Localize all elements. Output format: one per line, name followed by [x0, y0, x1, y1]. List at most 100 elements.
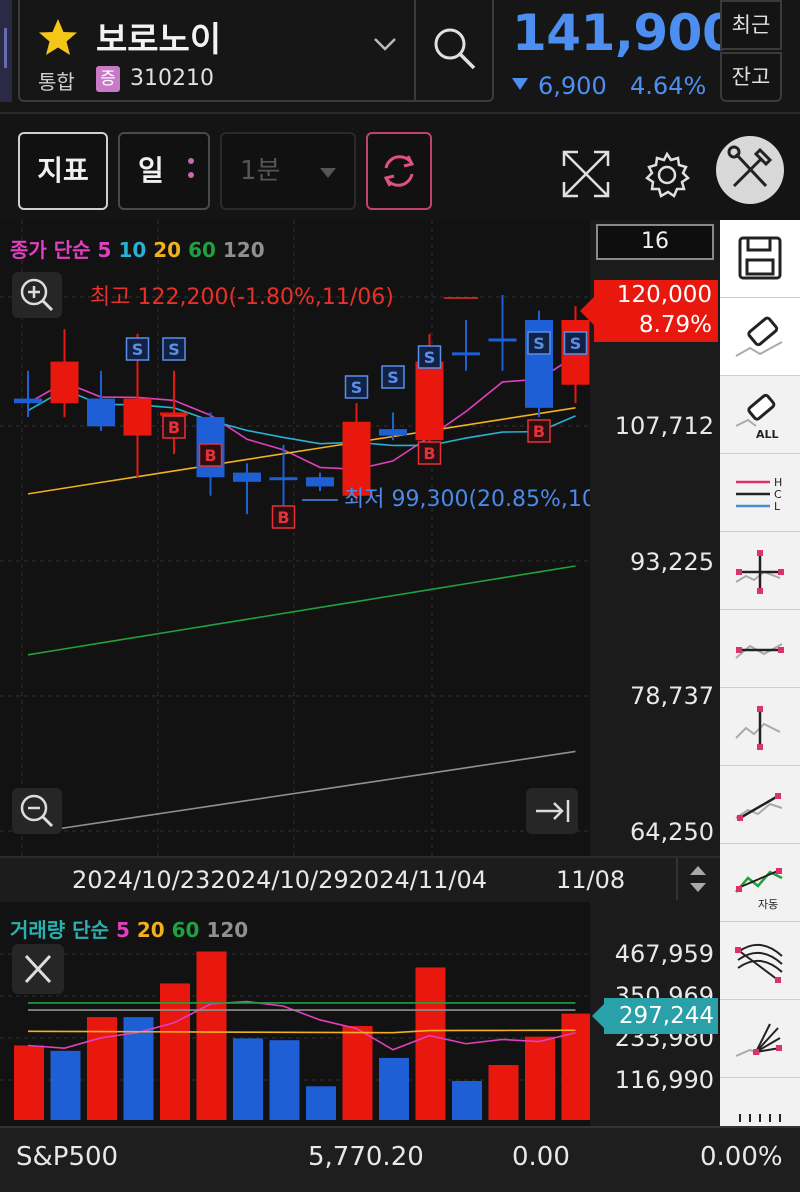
volume-axis-label: 467,959 — [614, 940, 714, 968]
volume-bar — [87, 1017, 117, 1120]
indicator-button[interactable]: 지표 — [18, 132, 108, 210]
arc-tool[interactable] — [720, 922, 800, 1000]
split-drag-handle[interactable] — [676, 858, 718, 900]
save-icon — [738, 236, 782, 280]
candle-body — [87, 398, 115, 427]
signal-letter: S — [168, 340, 180, 359]
volume-bar — [306, 1086, 336, 1120]
volume-bar — [269, 1040, 300, 1120]
signal-letter: B — [423, 444, 435, 463]
candle-body — [269, 477, 298, 481]
horizontal-line-tool[interactable] — [720, 610, 800, 688]
divider — [414, 0, 416, 102]
volume-bar — [525, 1036, 555, 1120]
vol-ma5-label: 5 — [115, 918, 130, 942]
volume-bar — [160, 983, 190, 1120]
refresh-button[interactable] — [366, 132, 432, 210]
low-price-annotation: 최저 99,300(20.85%,10/29) — [344, 487, 590, 512]
candle-body — [342, 421, 371, 496]
sell-signal-marker: S — [162, 337, 186, 361]
stock-selector[interactable] — [18, 0, 494, 102]
sell-signal-marker: S — [563, 331, 588, 355]
eraser-all-tool[interactable]: ALL — [720, 376, 800, 454]
eraser-tool[interactable] — [720, 298, 800, 376]
current-volume-tag: 297,244 — [592, 998, 718, 1034]
go-to-latest-button[interactable] — [526, 788, 578, 834]
minute-select: 1분 — [220, 132, 356, 210]
sell-signal-marker: S — [527, 331, 551, 355]
minute-label: 1분 — [240, 156, 281, 186]
vol-ma120-label: 120 — [206, 918, 249, 942]
zoom-in-icon — [20, 278, 54, 312]
speed-fan-icon — [735, 1023, 782, 1057]
vertical-line-tool[interactable] — [720, 688, 800, 766]
signal-letter: S — [351, 378, 363, 397]
crosshair-icon — [735, 550, 784, 594]
volume-legend-prefix: 거래량 단순 — [10, 918, 109, 942]
volume-bar — [196, 951, 227, 1120]
volume-bar — [14, 1045, 44, 1120]
index-change: 0.00 — [512, 1142, 570, 1172]
high-price-annotation: 최고 122,200(-1.80%,11/06) — [90, 285, 394, 310]
stock-code: 310210 — [130, 66, 214, 91]
buy-signal-marker: B — [527, 419, 551, 443]
close-volume-button[interactable] — [12, 944, 64, 994]
down-arrow-icon — [512, 78, 528, 90]
refresh-icon — [383, 155, 415, 187]
sell-signal-marker: S — [344, 375, 369, 399]
favorite-star-icon[interactable] — [36, 16, 80, 60]
index-value: 5,770.20 — [308, 1142, 424, 1172]
candle-body — [50, 361, 79, 404]
period-label: 일 — [138, 154, 164, 187]
gear-icon[interactable] — [642, 150, 692, 200]
ma20-label: 20 — [153, 238, 182, 262]
signal-letter: B — [168, 418, 180, 437]
ma120-line — [27, 750, 576, 835]
eraser-icon — [735, 316, 783, 357]
period-count-box[interactable]: 16 — [596, 224, 714, 260]
signal-letter: S — [570, 334, 582, 353]
hcl-tool[interactable]: H C L — [720, 454, 800, 532]
balance-button[interactable]: 잔고 — [720, 52, 782, 102]
zoom-in-button[interactable] — [12, 272, 62, 318]
more-options-icon — [188, 158, 194, 188]
header: 보로노이 통합 증 310210 141,900 6,900 4.64% 최근 … — [0, 0, 800, 112]
vol-ma20-label: 20 — [136, 918, 165, 942]
drawing-tools-button[interactable] — [716, 136, 784, 204]
chevron-down-icon[interactable] — [372, 36, 398, 52]
price-axis-label: 93,225 — [630, 548, 714, 576]
side-menu-handle[interactable] — [0, 0, 12, 102]
trend-line-tool[interactable] — [720, 766, 800, 844]
market-label: 통합 — [38, 70, 75, 94]
zoom-out-button[interactable] — [12, 788, 62, 834]
save-tool[interactable] — [720, 220, 800, 298]
drawing-tool-panel: ALL H C L 자동 — [720, 220, 800, 1126]
stock-name[interactable]: 보로노이 — [96, 12, 221, 61]
ma-legend[interactable]: 종가 단순 5 10 20 60 120 — [10, 234, 265, 263]
search-icon[interactable] — [428, 22, 482, 76]
chevron-down-icon — [320, 168, 336, 178]
more-tools[interactable] — [720, 1078, 800, 1126]
fibonacci-arc-icon — [735, 944, 783, 983]
eraser-all-label: ALL — [756, 428, 779, 441]
volume-legend[interactable]: 거래량 단순 5 20 60 120 — [10, 914, 248, 943]
date-axis-last: 11/08 — [556, 866, 626, 894]
ma120-label: 120 — [222, 238, 265, 262]
date-axis-labels: 2024/10/232024/10/292024/11/04 — [72, 866, 487, 894]
auto-trend-tool[interactable]: 자동 — [720, 844, 800, 922]
recent-button[interactable]: 최근 — [720, 0, 782, 50]
hcl-lines-icon: H C L — [736, 476, 782, 513]
fullscreen-icon[interactable] — [560, 148, 612, 200]
signal-letter: S — [387, 368, 399, 387]
candle-body — [488, 338, 517, 342]
buy-signal-marker: B — [198, 443, 223, 467]
tools-icon — [727, 145, 773, 188]
signal-letter: S — [132, 340, 144, 359]
ma60-label: 60 — [188, 238, 216, 262]
sell-signal-marker: S — [381, 365, 405, 389]
market-badge: 증 — [96, 66, 120, 92]
index-name: S&P500 — [16, 1142, 119, 1172]
crosshair-tool[interactable] — [720, 532, 800, 610]
period-button[interactable]: 일 — [118, 132, 210, 210]
fan-tool[interactable] — [720, 1000, 800, 1078]
